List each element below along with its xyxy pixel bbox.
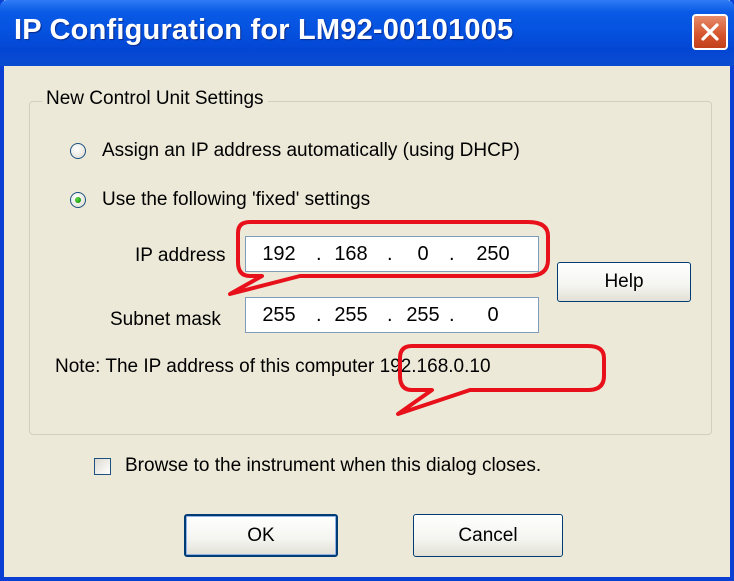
ip-separator: . (387, 243, 393, 265)
close-icon (701, 23, 719, 41)
window-title: IP Configuration for LM92-00101005 (14, 14, 514, 46)
subnet-mask-field[interactable]: 255 . 255 . 255 . 0 (245, 297, 539, 333)
ip-separator: . (316, 243, 322, 265)
group-title: New Control Unit Settings (42, 88, 268, 110)
dhcp-radio[interactable] (70, 143, 86, 159)
ip-octet-4[interactable]: 250 (468, 243, 518, 266)
ip-octet-3[interactable]: 0 (398, 243, 448, 266)
mask-octet-4[interactable]: 0 (468, 304, 518, 327)
mask-separator: . (387, 304, 393, 326)
cancel-button[interactable]: Cancel (413, 514, 563, 557)
fixed-radio-label[interactable]: Use the following 'fixed' settings (102, 189, 370, 211)
mask-octet-2[interactable]: 255 (326, 304, 376, 327)
ip-octet-2[interactable]: 168 (326, 243, 376, 266)
ip-address-field[interactable]: 192 . 168 . 0 . 250 (245, 236, 539, 272)
ip-octet-1[interactable]: 192 (254, 243, 304, 266)
browse-checkbox[interactable] (94, 458, 111, 475)
subnet-mask-label: Subnet mask (110, 309, 221, 330)
fixed-radio[interactable] (70, 192, 86, 208)
computer-ip-note: Note: The IP address of this computer 19… (55, 356, 491, 377)
mask-octet-3[interactable]: 255 (398, 304, 448, 327)
dialog-body: New Control Unit Settings Assign an IP a… (4, 66, 730, 577)
help-button[interactable]: Help (557, 262, 691, 302)
ip-separator: . (449, 243, 455, 265)
dhcp-radio-label[interactable]: Assign an IP address automatically (usin… (102, 140, 520, 162)
dialog-window: IP Configuration for LM92-00101005 New C… (0, 0, 734, 581)
mask-octet-1[interactable]: 255 (254, 304, 304, 327)
close-button[interactable] (692, 14, 728, 50)
title-bar[interactable]: IP Configuration for LM92-00101005 (0, 0, 734, 66)
ok-button[interactable]: OK (184, 514, 338, 557)
ip-address-label: IP address (135, 245, 226, 266)
mask-separator: . (316, 304, 322, 326)
browse-checkbox-label[interactable]: Browse to the instrument when this dialo… (125, 455, 541, 477)
mask-separator: . (449, 304, 455, 326)
